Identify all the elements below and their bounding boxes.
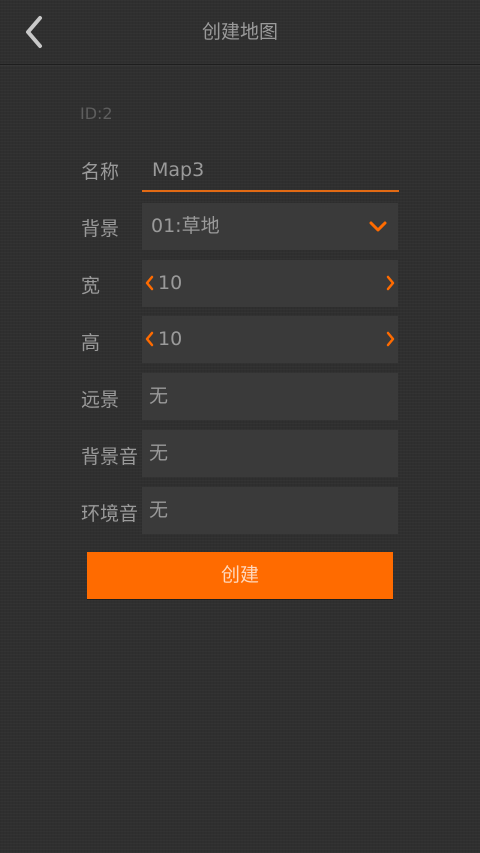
chevron-left-icon xyxy=(26,16,42,48)
ambient-value: 无 xyxy=(149,499,169,521)
create-map-screen: 创建地图 ID:2 名称 背景 01:草地 宽 10 xyxy=(0,0,480,853)
chevron-right-icon xyxy=(386,331,395,347)
ambient-field[interactable]: 无 xyxy=(142,487,398,534)
title-bar: 创建地图 xyxy=(0,0,480,65)
background-label: 背景 xyxy=(81,218,120,240)
chevron-left-icon xyxy=(145,331,154,347)
background-select[interactable]: 01:草地 xyxy=(142,203,398,250)
bgm-field[interactable]: 无 xyxy=(142,430,398,477)
name-label: 名称 xyxy=(81,161,120,183)
width-stepper: 10 xyxy=(142,260,398,307)
width-value: 10 xyxy=(158,272,183,294)
bgm-value: 无 xyxy=(149,442,169,464)
name-input[interactable] xyxy=(142,150,399,192)
background-value: 01:草地 xyxy=(151,215,220,237)
map-id-label: ID:2 xyxy=(80,104,113,123)
width-increase-button[interactable] xyxy=(384,273,398,293)
chevron-down-icon xyxy=(368,219,388,235)
distant-view-value: 无 xyxy=(149,385,169,407)
height-decrease-button[interactable] xyxy=(142,329,156,349)
back-button[interactable] xyxy=(14,12,54,52)
chevron-left-icon xyxy=(145,275,154,291)
height-label: 高 xyxy=(81,332,101,354)
distant-view-field[interactable]: 无 xyxy=(142,373,398,420)
height-increase-button[interactable] xyxy=(384,329,398,349)
width-decrease-button[interactable] xyxy=(142,273,156,293)
height-value: 10 xyxy=(158,328,183,350)
width-label: 宽 xyxy=(81,275,101,297)
bgm-label: 背景音 xyxy=(81,446,139,468)
ambient-label: 环境音 xyxy=(81,503,139,525)
page-title: 创建地图 xyxy=(201,21,278,43)
create-button[interactable]: 创建 xyxy=(87,552,393,599)
chevron-right-icon xyxy=(386,275,395,291)
height-stepper: 10 xyxy=(142,316,398,363)
distant-view-label: 远景 xyxy=(81,389,120,411)
